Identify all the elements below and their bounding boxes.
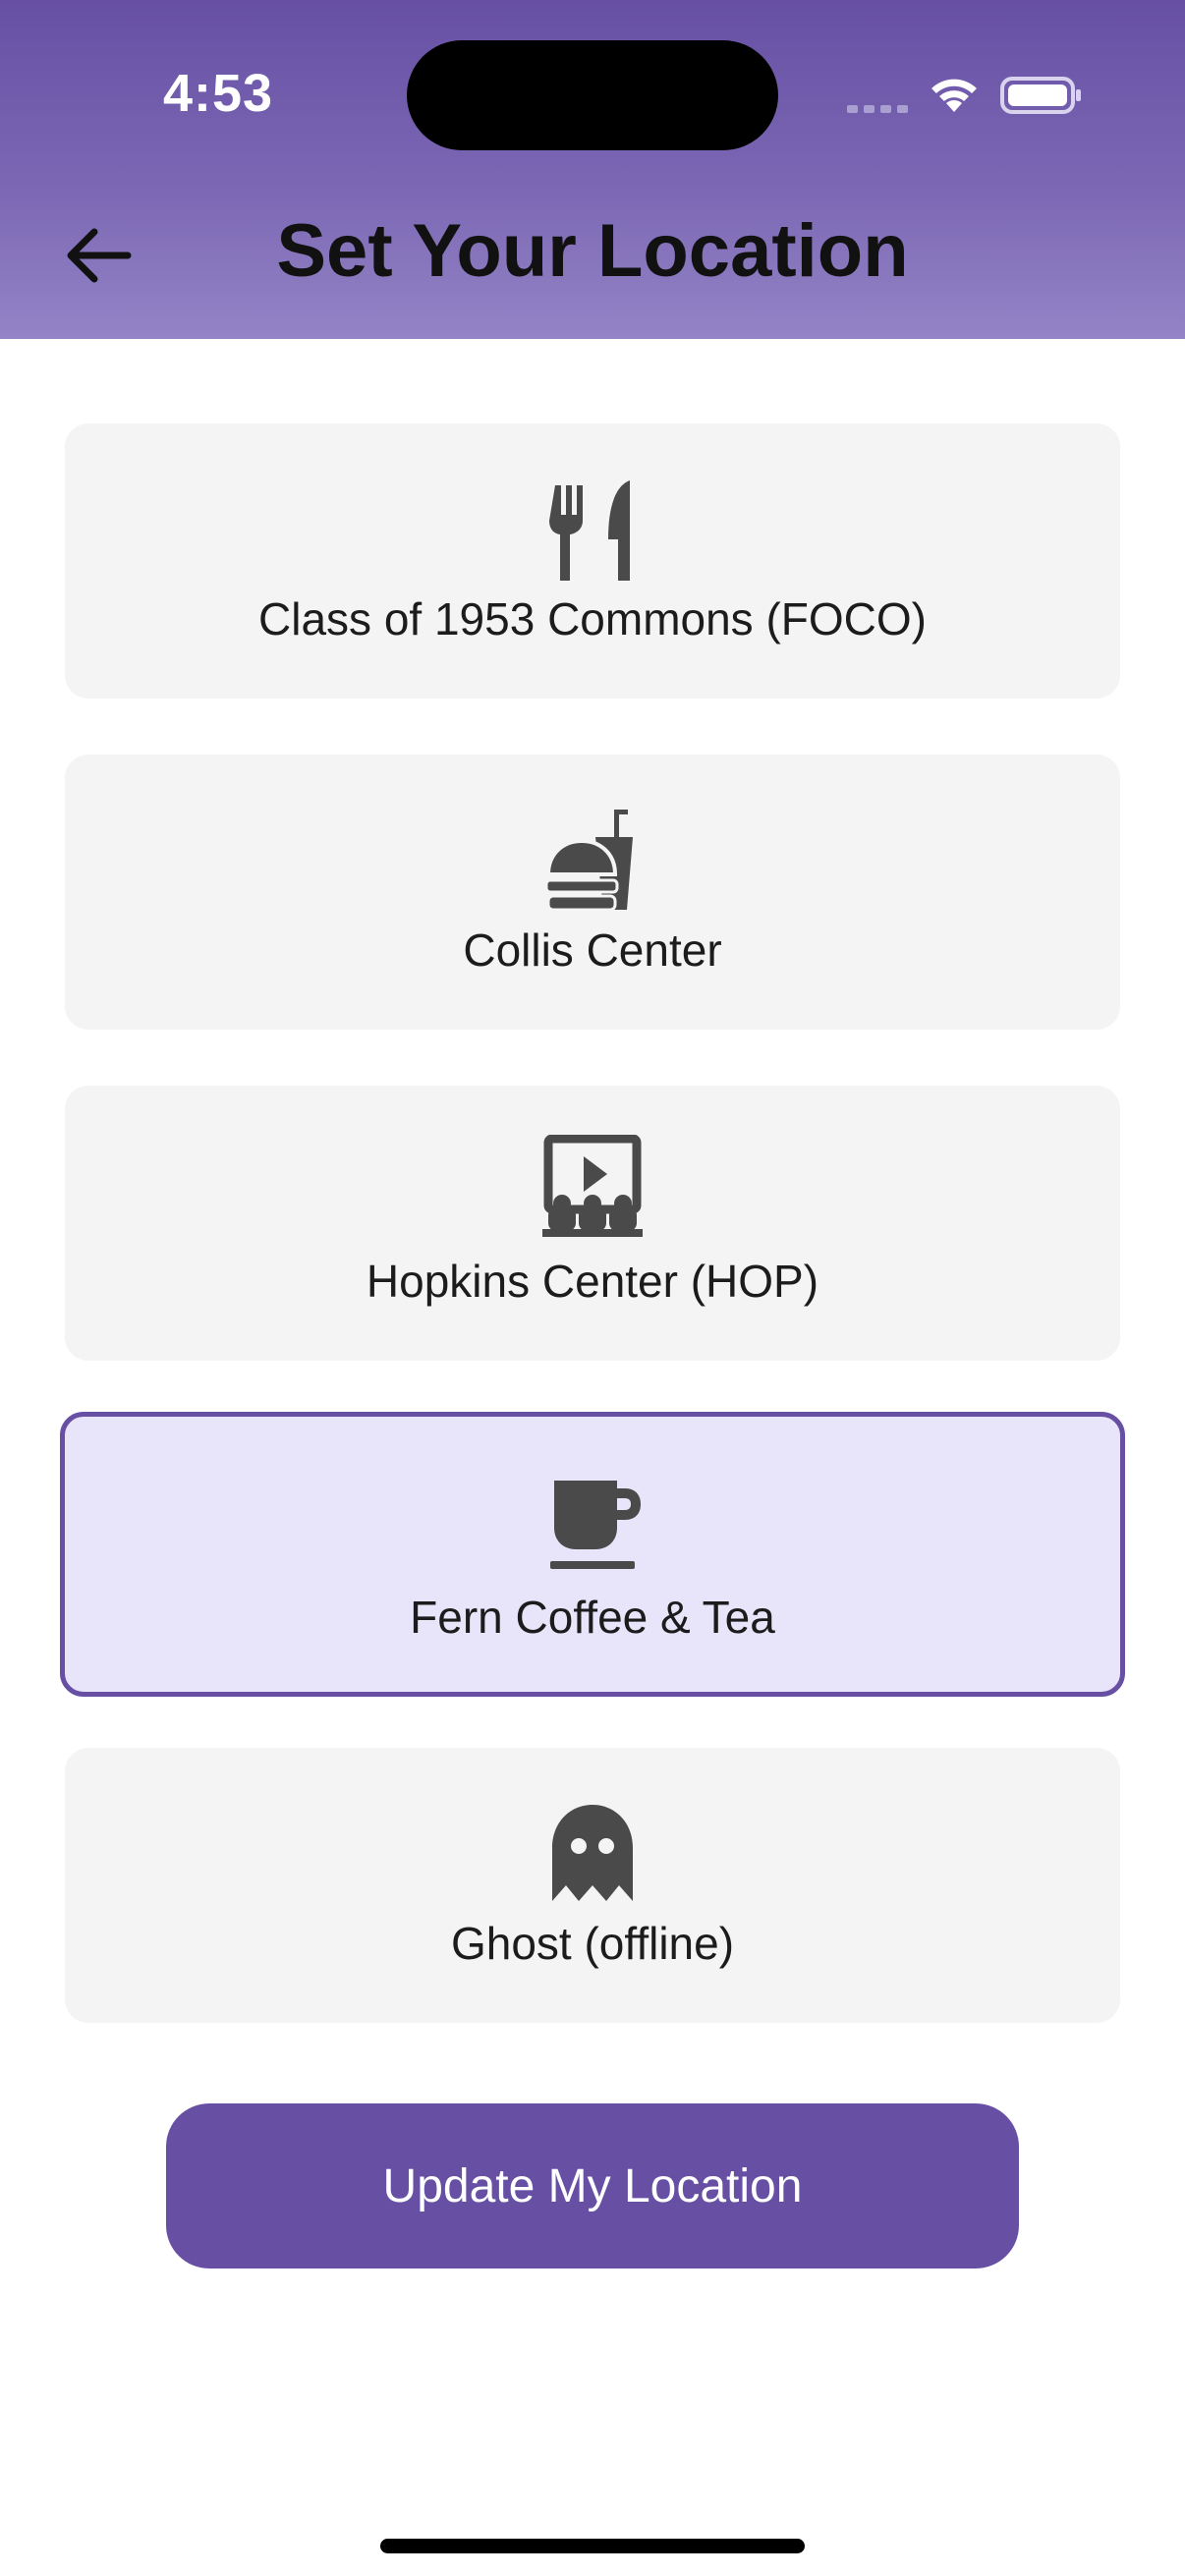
location-option-hop[interactable]: Hopkins Center (HOP) [65, 1086, 1120, 1361]
page-title: Set Your Location [276, 209, 909, 293]
theater-icon [542, 1135, 643, 1237]
location-option-ghost[interactable]: Ghost (offline) [65, 1748, 1120, 2023]
location-option-foco[interactable]: Class of 1953 Commons (FOCO) [65, 423, 1120, 699]
battery-icon [1000, 77, 1081, 114]
dynamic-island [407, 40, 778, 150]
cellular-signal-icon [847, 105, 908, 113]
header-bar: 4:53 Set Your Location [0, 0, 1185, 339]
location-option-label: Hopkins Center (HOP) [366, 1256, 819, 1307]
coffee-mug-icon [550, 1481, 641, 1569]
location-option-fern-coffee[interactable]: Fern Coffee & Tea [60, 1412, 1125, 1697]
utensils-icon [549, 480, 630, 581]
location-option-collis[interactable]: Collis Center [65, 755, 1120, 1030]
ghost-icon [552, 1805, 633, 1901]
home-indicator [380, 2539, 805, 2553]
burger-soda-icon [544, 810, 633, 912]
update-location-button[interactable]: Update My Location [166, 2103, 1019, 2268]
location-option-label: Collis Center [463, 924, 722, 976]
location-option-label: Ghost (offline) [450, 1918, 735, 1969]
location-option-label: Fern Coffee & Tea [410, 1592, 775, 1643]
set-location-screen: 4:53 Set Your Location Class of 1953 Com… [0, 0, 1185, 2576]
location-options-list: Class of 1953 Commons (FOCO) Collis Cent… [60, 423, 1125, 2079]
location-option-label: Class of 1953 Commons (FOCO) [258, 593, 927, 644]
wifi-icon [931, 79, 977, 112]
status-time: 4:53 [163, 64, 274, 123]
